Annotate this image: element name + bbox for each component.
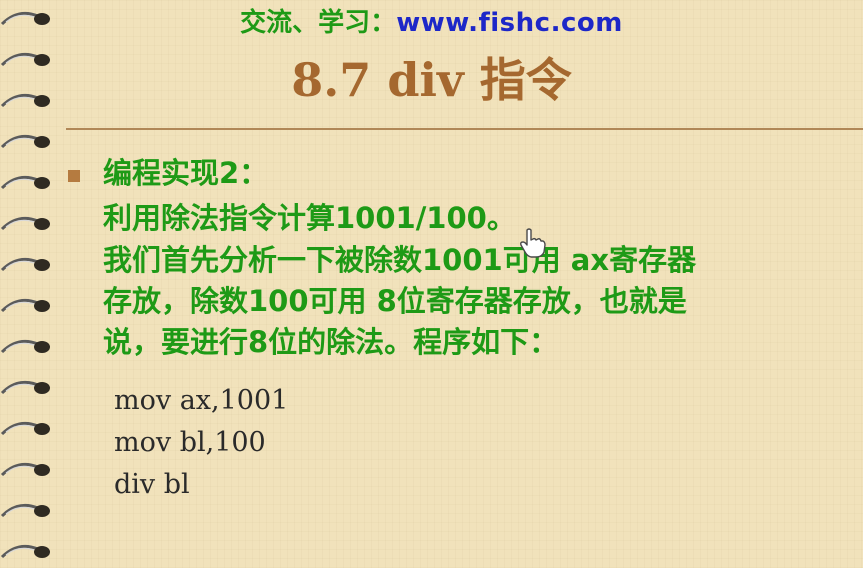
analysis-line: 说，要进行8位的除法。程序如下： (103, 325, 559, 359)
bullet-square-icon (68, 170, 80, 182)
code-block: mov ax,1001 mov bl,100 div bl (114, 380, 288, 506)
code-line: div bl (114, 469, 190, 500)
binding-ring (0, 339, 50, 354)
analysis-line: 我们首先分析一下被除数1001可用 ax寄存器 (103, 243, 697, 277)
binding-ring (0, 257, 50, 272)
code-line: mov bl,100 (114, 427, 266, 458)
binding-ring (0, 462, 50, 477)
binding-ring (0, 134, 50, 149)
code-line: mov ax,1001 (114, 385, 289, 416)
title-divider (66, 128, 863, 130)
hand-cursor-icon (520, 228, 546, 258)
header-url[interactable]: www.fishc.com (396, 8, 623, 38)
binding-ring (0, 298, 50, 313)
slide-content: 编程实现2： 利用除法指令计算1001/100。 我们首先分析一下被除数1001… (103, 152, 843, 363)
binding-ring (0, 216, 50, 231)
binding-ring (0, 380, 50, 395)
binding-ring (0, 175, 50, 190)
site-header: 交流、学习：www.fishc.com (0, 2, 863, 39)
section-heading: 编程实现2： (103, 156, 269, 190)
binding-ring (0, 544, 50, 559)
task-text: 利用除法指令计算1001/100。 (103, 201, 516, 235)
header-prefix: 交流、学习： (240, 8, 397, 38)
slide-title: 8.7 div 指令 (291, 53, 572, 107)
analysis-line: 存放，除数100可用 8位寄存器存放，也就是 (103, 284, 687, 318)
binding-ring (0, 503, 50, 518)
binding-ring (0, 421, 50, 436)
